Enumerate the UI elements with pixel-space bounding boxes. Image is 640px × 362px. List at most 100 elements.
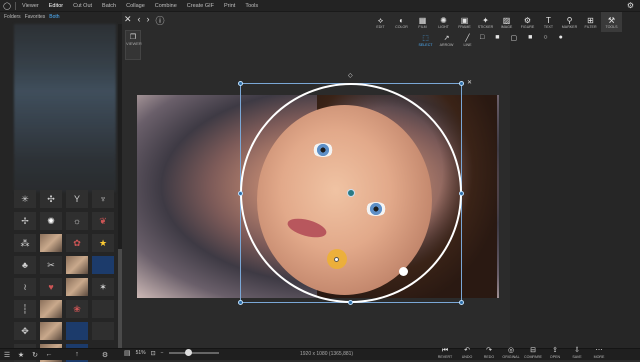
circle-filled-icon[interactable]: ●	[559, 34, 563, 42]
menu-create-gif[interactable]: Create GIF	[182, 3, 219, 9]
menu-viewer[interactable]: Viewer	[17, 3, 44, 9]
more-button[interactable]: ⋯ MORE	[588, 346, 610, 360]
rounded-rect-filled-icon[interactable]: ■	[528, 34, 532, 42]
tool-light[interactable]: ✺ LIGHT	[433, 12, 454, 32]
sticker-thumb[interactable]	[92, 300, 114, 318]
sticker-thumb[interactable]: ❀	[66, 300, 88, 318]
menu-icon[interactable]: ☰	[0, 351, 14, 359]
tool-edit[interactable]: ⟡ EDIT	[370, 12, 391, 32]
app-logo-icon[interactable]: ◯	[0, 2, 14, 10]
sticker-thumb[interactable]: ✿	[66, 234, 88, 252]
viewer-button[interactable]: ❐ VIEWER	[125, 30, 142, 60]
tab-folders[interactable]: Folders	[2, 14, 23, 22]
revert-button[interactable]: ⏮ REVERT	[434, 346, 456, 360]
sticker-thumb[interactable]: ❦	[92, 212, 114, 230]
sticker-thumb[interactable]: ✢	[14, 212, 36, 230]
film-strip-icon[interactable]: ▤	[124, 349, 131, 357]
tool-image[interactable]: ▨ IMAGE	[496, 12, 517, 32]
resize-handle-bottom[interactable]	[348, 300, 353, 305]
sticker-thumb[interactable]: ✺	[40, 212, 62, 230]
menu-collage[interactable]: Collage	[121, 3, 150, 9]
sticker-thumb[interactable]: ★	[92, 234, 114, 252]
resize-handle-tl[interactable]	[238, 81, 243, 86]
tab-both[interactable]: Both	[47, 14, 61, 22]
refresh-icon[interactable]: ↻	[28, 351, 42, 359]
tool-color[interactable]: ◐ COLOR	[391, 12, 412, 32]
menu-editor[interactable]: Editor	[44, 3, 68, 9]
tool-label: COLOR	[395, 24, 408, 29]
sticker-thumb[interactable]	[66, 278, 88, 296]
tool-filter[interactable]: ⊞ FILTER	[580, 12, 601, 32]
original-button[interactable]: ◎ ORIGINAL	[500, 346, 522, 360]
circle-outline-icon[interactable]: ○	[543, 34, 547, 42]
previous-icon[interactable]: ‹	[138, 14, 141, 27]
menu-combine[interactable]: Combine	[150, 3, 182, 9]
tab-favorites[interactable]: Favorites	[23, 14, 48, 22]
star-icon[interactable]: ★	[14, 351, 28, 359]
settings-gear-icon[interactable]: ⚙	[627, 1, 634, 10]
sticker-thumb[interactable]	[92, 322, 114, 340]
menu-tools[interactable]: Tools	[240, 3, 263, 9]
resize-handle-right[interactable]	[459, 191, 464, 196]
zoom-slider[interactable]	[168, 349, 219, 356]
menu-bar: ◯ Viewer Editor Cut Out Batch Collage Co…	[0, 0, 640, 12]
tool-film[interactable]: ▦ FILM	[412, 12, 433, 32]
sticker-thumb[interactable]	[66, 256, 88, 274]
resize-handle-br[interactable]	[459, 300, 464, 305]
sticker-thumb[interactable]: ≀	[14, 278, 36, 296]
rectangle-outline-icon[interactable]: □	[480, 34, 484, 42]
resize-handle-tr[interactable]	[459, 81, 464, 86]
menu-batch[interactable]: Batch	[97, 3, 121, 9]
sticker-thumb[interactable]: Y	[66, 190, 88, 208]
subtool-arrow[interactable]: ↗ ARROW	[436, 32, 457, 50]
sticker-thumb[interactable]: ♥	[40, 278, 62, 296]
delete-shape-icon[interactable]: ✕	[467, 79, 472, 86]
redo-button[interactable]: ↷ REDO	[478, 346, 500, 360]
rectangle-filled-icon[interactable]: ■	[495, 34, 499, 42]
tool-frame[interactable]: ▣ FRAME	[454, 12, 475, 32]
gear-icon[interactable]: ⚙	[98, 351, 112, 359]
tool-text[interactable]: T TEXT	[538, 12, 559, 32]
undo-button[interactable]: ↶ UNDO	[456, 346, 478, 360]
tool-tools[interactable]: ⚒ TOOLS	[601, 12, 622, 32]
info-icon[interactable]: ⓘ	[156, 14, 165, 27]
sticker-thumb[interactable]: ♣	[14, 256, 36, 274]
zoom-slider-knob[interactable]	[184, 349, 192, 356]
fit-icon[interactable]: ⊡	[151, 350, 156, 357]
subtool-line[interactable]: ╱ LINE	[457, 32, 478, 50]
sticker-thumb[interactable]: ✶	[92, 278, 114, 296]
sticker-thumb[interactable]	[40, 300, 62, 318]
tool-sticker[interactable]: ✦ STICKER	[475, 12, 496, 32]
subtool-select[interactable]: ⬚ SELECT	[415, 32, 436, 50]
open-button[interactable]: ⇪ OPEN	[544, 346, 566, 360]
tool-figure[interactable]: ⚙ FIGURE	[517, 12, 538, 32]
sticker-thumb[interactable]: ┆	[14, 300, 36, 318]
sticker-thumb[interactable]: ✳	[14, 190, 36, 208]
rotate-handle-icon[interactable]: ◇	[348, 72, 353, 79]
compare-button[interactable]: ⊟ COMPARE	[522, 346, 544, 360]
sticker-thumb[interactable]	[40, 234, 62, 252]
menu-cut-out[interactable]: Cut Out	[68, 3, 97, 9]
tool-marker[interactable]: ⚲ MARKER	[559, 12, 580, 32]
sticker-thumb[interactable]: ✥	[14, 322, 36, 340]
up-arrow-icon[interactable]: ↑	[70, 351, 84, 358]
marker-handle[interactable]	[334, 257, 339, 262]
resize-handle-left[interactable]	[238, 191, 243, 196]
sticker-thumb[interactable]: ☼	[66, 212, 88, 230]
sticker-thumb[interactable]	[92, 256, 114, 274]
menu-print[interactable]: Print	[219, 3, 240, 9]
back-arrow-icon[interactable]: ←	[42, 351, 56, 358]
sticker-thumb[interactable]: ✣	[40, 190, 62, 208]
next-icon[interactable]: ›	[147, 14, 150, 27]
sticker-thumb[interactable]: ♆	[92, 190, 114, 208]
sticker-thumb[interactable]	[66, 322, 88, 340]
sticker-thumb[interactable]: ⁂	[14, 234, 36, 252]
sticker-thumb[interactable]: ✂	[40, 256, 62, 274]
close-icon[interactable]: ✕	[124, 14, 132, 27]
center-move-handle[interactable]	[347, 189, 355, 197]
sticker-thumb[interactable]	[40, 322, 62, 340]
resize-handle-bl[interactable]	[238, 300, 243, 305]
rounded-rect-outline-icon[interactable]: ▢	[510, 34, 517, 42]
save-button[interactable]: ⇩ SAVE	[566, 346, 588, 360]
zoom-out-icon[interactable]: −	[161, 350, 164, 356]
